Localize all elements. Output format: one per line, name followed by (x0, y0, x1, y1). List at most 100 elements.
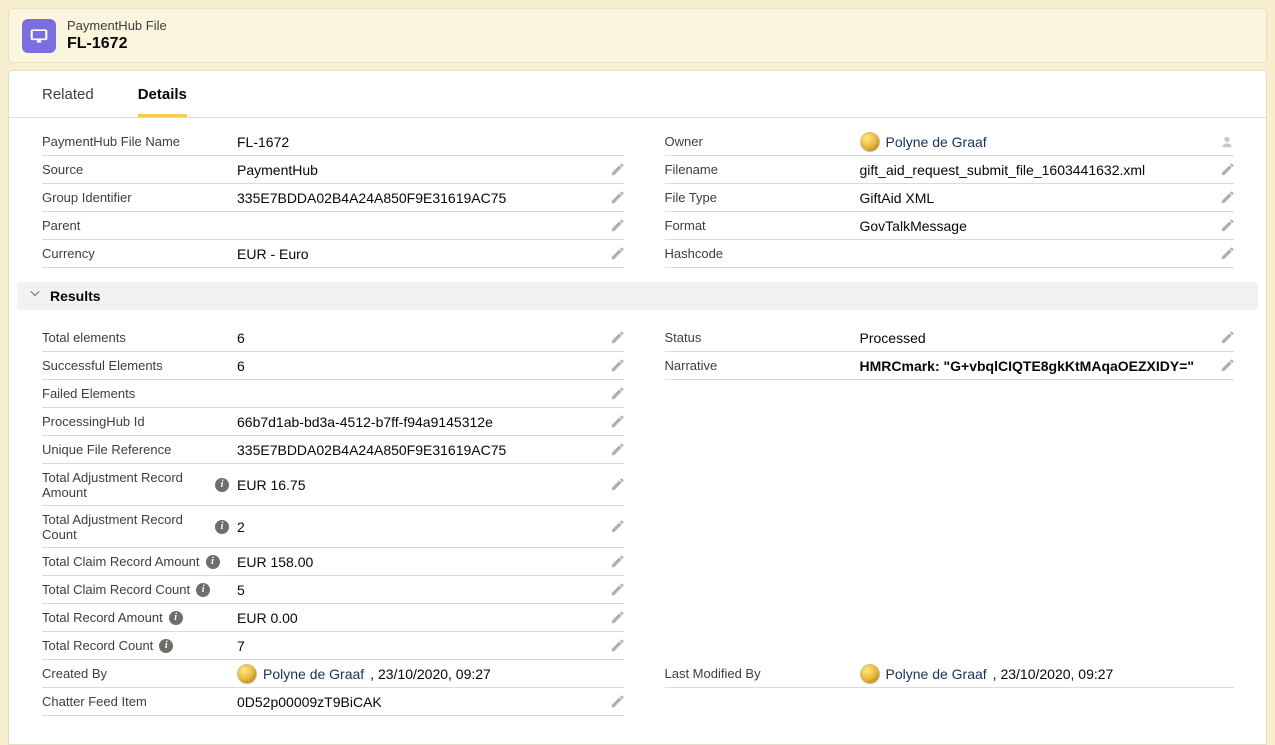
edit-failed-elements-button[interactable] (600, 383, 624, 405)
field-row-successful-elements: Successful Elements 6 (42, 352, 624, 380)
field-row-total-claim-record-amount: Total Claim Record Amount i EUR 158.00 (42, 548, 624, 576)
edit-parent-button[interactable] (600, 215, 624, 237)
info-icon[interactable]: i (206, 555, 220, 569)
field-value: Polyne de Graaf, 23/10/2020, 09:27 (860, 664, 1235, 684)
field-label: Failed Elements (42, 386, 135, 401)
details-right-column: Owner Polyne de Graaf Filename gift_aid_… (638, 128, 1267, 268)
info-icon[interactable]: i (169, 611, 183, 625)
field-label: Format (665, 218, 706, 233)
edit-processinghub-id-button[interactable] (600, 411, 624, 433)
section-title: Results (50, 288, 101, 304)
edit-file-type-button[interactable] (1210, 187, 1234, 209)
paymenthub-file-icon (22, 19, 56, 53)
field-value: EUR 0.00 (237, 609, 600, 627)
field-label: Parent (42, 218, 80, 233)
field-row-paymenthub-file-name: PaymentHub File Name FL-1672 (42, 128, 624, 156)
field-row-file-type: File Type GiftAid XML (665, 184, 1235, 212)
field-row-last-modified-by: Last Modified By Polyne de Graaf, 23/10/… (665, 660, 1235, 688)
edit-chatter-feed-item-button[interactable] (600, 691, 624, 713)
field-label: Source (42, 162, 83, 177)
edit-status-button[interactable] (1210, 327, 1234, 349)
tab-related[interactable]: Related (42, 71, 94, 117)
last-modified-by-avatar (860, 664, 880, 684)
field-row-parent: Parent (42, 212, 624, 240)
field-label: Total Record Count (42, 638, 153, 653)
field-row-chatter-feed-item: Chatter Feed Item 0D52p00009zT9BiCAK (42, 688, 624, 716)
field-label: Total Claim Record Count (42, 582, 190, 597)
field-label: Total Adjustment Record Count (42, 512, 209, 542)
field-row-format: Format GovTalkMessage (665, 212, 1235, 240)
field-value: 6 (237, 357, 600, 375)
created-by-link[interactable]: Polyne de Graaf (263, 665, 364, 683)
edit-filename-button[interactable] (1210, 159, 1234, 181)
details-left-column: PaymentHub File Name FL-1672 Source Paym… (9, 128, 638, 268)
field-label: Successful Elements (42, 358, 163, 373)
field-value: 335E7BDDA02B4A24A850F9E31619AC75 (237, 441, 600, 459)
field-label: Status (665, 330, 702, 345)
field-label: Total elements (42, 330, 126, 345)
owner-link[interactable]: Polyne de Graaf (886, 133, 987, 151)
field-label: Hashcode (665, 246, 724, 261)
results-right-column: Status Processed Narrative HMRCmark: "G+… (638, 324, 1267, 716)
field-value: EUR 158.00 (237, 553, 600, 571)
field-label: Created By (42, 666, 107, 681)
edit-successful-elements-button[interactable] (600, 355, 624, 377)
created-by-datetime: , 23/10/2020, 09:27 (370, 665, 491, 683)
edit-source-button[interactable] (600, 159, 624, 181)
edit-narrative-button[interactable] (1210, 355, 1234, 377)
field-value: Polyne de Graaf (860, 132, 1211, 152)
edit-unique-file-reference-button[interactable] (600, 439, 624, 461)
record-header: PaymentHub File FL-1672 (8, 8, 1267, 63)
field-label: Owner (665, 134, 703, 149)
field-row-narrative: Narrative HMRCmark: "G+vbqlCIQTE8gkKtMAq… (665, 352, 1235, 380)
edit-group-identifier-button[interactable] (600, 187, 624, 209)
edit-total-claim-record-amount-button[interactable] (600, 551, 624, 573)
field-label: Narrative (665, 358, 718, 373)
field-value: 66b7d1ab-bd3a-4512-b7ff-f94a9145312e (237, 413, 600, 431)
edit-currency-button[interactable] (600, 243, 624, 265)
created-by-avatar (237, 664, 257, 684)
info-icon[interactable]: i (215, 478, 229, 492)
edit-format-button[interactable] (1210, 215, 1234, 237)
results-field-section: Total elements 6 Successful Elements 6 F… (9, 320, 1266, 716)
edit-total-adjustment-record-count-button[interactable] (600, 516, 624, 538)
info-icon[interactable]: i (215, 520, 229, 534)
field-row-total-elements: Total elements 6 (42, 324, 624, 352)
results-left-column: Total elements 6 Successful Elements 6 F… (9, 324, 638, 716)
edit-total-record-amount-button[interactable] (600, 607, 624, 629)
info-icon[interactable]: i (159, 639, 173, 653)
field-label: Total Claim Record Amount (42, 554, 200, 569)
field-label: Group Identifier (42, 190, 132, 205)
info-icon[interactable]: i (196, 583, 210, 597)
edit-total-elements-button[interactable] (600, 327, 624, 349)
change-owner-button[interactable] (1210, 131, 1234, 153)
field-value: gift_aid_request_submit_file_1603441632.… (860, 161, 1211, 179)
last-modified-by-link[interactable]: Polyne de Graaf (886, 665, 987, 683)
top-field-section: PaymentHub File Name FL-1672 Source Paym… (9, 118, 1266, 268)
edit-hashcode-button[interactable] (1210, 243, 1234, 265)
field-label: Currency (42, 246, 95, 261)
field-row-status: Status Processed (665, 324, 1235, 352)
entity-label: PaymentHub File (67, 18, 167, 34)
field-value: EUR 16.75 (237, 476, 600, 494)
results-section-header[interactable]: Results (17, 282, 1258, 310)
field-label: Unique File Reference (42, 442, 171, 457)
field-row-processinghub-id: ProcessingHub Id 66b7d1ab-bd3a-4512-b7ff… (42, 408, 624, 436)
edit-total-claim-record-count-button[interactable] (600, 579, 624, 601)
edit-total-record-count-button[interactable] (600, 635, 624, 657)
field-value: GovTalkMessage (860, 217, 1211, 235)
field-value: EUR - Euro (237, 245, 600, 263)
field-label: Last Modified By (665, 666, 761, 681)
field-value: Polyne de Graaf , 23/10/2020, 09:27 (237, 664, 624, 684)
field-value: 6 (237, 329, 600, 347)
field-row-currency: Currency EUR - Euro (42, 240, 624, 268)
edit-total-adjustment-record-amount-button[interactable] (600, 474, 624, 496)
tab-details[interactable]: Details (138, 71, 187, 117)
field-row-total-record-amount: Total Record Amount i EUR 0.00 (42, 604, 624, 632)
field-row-hashcode: Hashcode (665, 240, 1235, 268)
page-title: FL-1672 (67, 34, 167, 54)
field-label: Chatter Feed Item (42, 694, 147, 709)
record-tabs: Related Details (9, 71, 1266, 118)
field-row-created-by: Created By Polyne de Graaf , 23/10/2020, … (42, 660, 624, 688)
field-value: 2 (237, 518, 600, 536)
